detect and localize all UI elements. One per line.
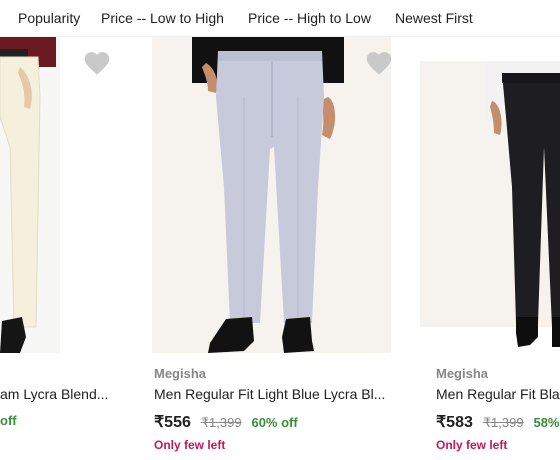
stock-status: Only few left — [154, 438, 226, 452]
original-price: ₹1,399 — [200, 415, 242, 430]
product-image[interactable] — [152, 37, 391, 353]
discount: 58% — [533, 415, 560, 430]
sort-bar: Popularity Price -- Low to High Price --… — [0, 0, 560, 37]
discount: 60% off — [251, 415, 298, 430]
stock-status: Only few left — [436, 438, 508, 452]
product-card[interactable]: Megisha Men Regular Fit Light Blue Lycra… — [152, 37, 392, 460]
product-image[interactable] — [420, 37, 560, 353]
sort-price-high-low[interactable]: Price -- High to Low — [248, 10, 371, 26]
product-brand: Megisha — [154, 366, 207, 381]
price: ₹556 — [154, 414, 191, 431]
sort-price-low-high[interactable]: Price -- Low to High — [101, 10, 224, 26]
wishlist-heart-icon[interactable] — [83, 50, 111, 76]
discount: off — [0, 413, 17, 428]
price-row: ₹556 ₹1,399 60% off — [154, 412, 298, 432]
price-row: ₹583 ₹1,399 58% — [436, 412, 560, 432]
product-brand: Megisha — [436, 366, 489, 381]
product-title[interactable]: Men Regular Fit Blac — [436, 386, 560, 402]
price: ₹583 — [436, 414, 473, 431]
price-row: off — [0, 412, 17, 428]
sort-popularity[interactable]: Popularity — [18, 10, 80, 26]
product-image[interactable] — [0, 37, 140, 353]
original-price: ₹1,399 — [482, 415, 524, 430]
product-title[interactable]: am Lycra Blend... — [0, 386, 108, 402]
product-card[interactable]: Megisha Men Regular Fit Blac ₹583 ₹1,399… — [420, 37, 560, 460]
product-card[interactable]: am Lycra Blend... off — [0, 37, 140, 460]
product-title[interactable]: Men Regular Fit Light Blue Lycra Bl... — [154, 386, 390, 402]
sort-newest-first[interactable]: Newest First — [395, 10, 473, 26]
wishlist-heart-icon[interactable] — [365, 50, 391, 76]
